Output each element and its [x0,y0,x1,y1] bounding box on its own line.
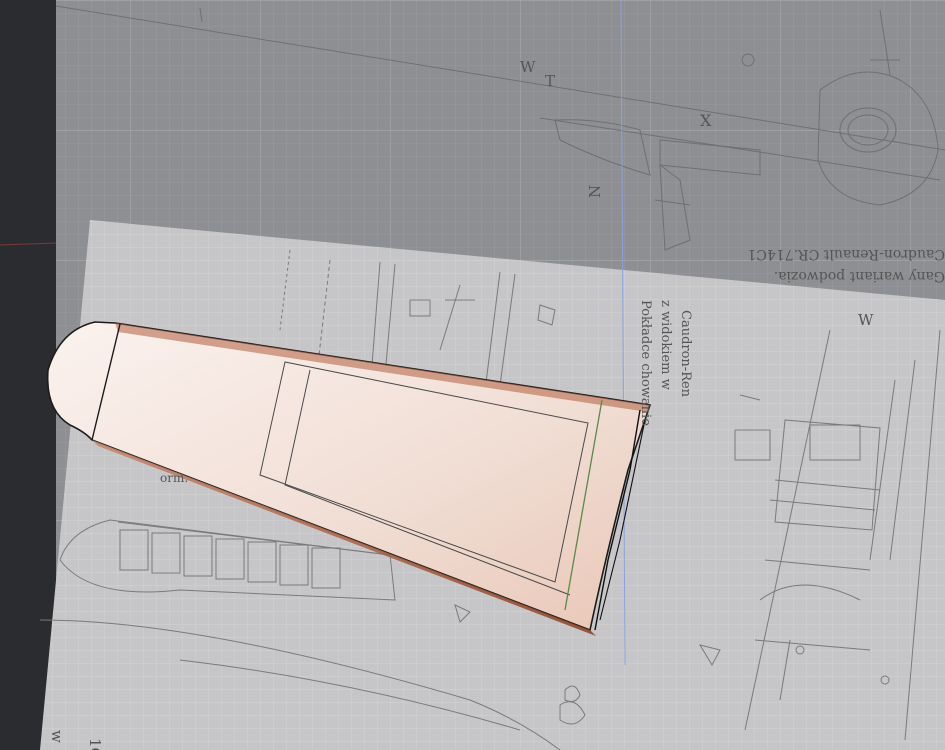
caption-line-1: Caudron-Renault CR.714C1 [747,246,945,262]
axis-label-t: T [545,72,555,90]
misc-label: orm. [160,471,188,485]
caption-line-2: Gany wariant podwozia. [774,268,945,284]
blueprint-canvas[interactable]: W T X N W Caudron-Renault CR.714C1 Gany … [0,0,945,750]
axis-label-n: N [586,185,604,198]
x-axis-line [0,242,57,246]
bottom-left-line-1: w [48,730,66,743]
side-note-line-3: Pokładce chowanie [638,300,653,426]
axis-label-x: X [700,111,712,130]
axis-label-w-top: W [520,58,536,76]
3d-viewport[interactable]: W T X N W Caudron-Renault CR.714C1 Gany … [0,0,945,750]
side-note-line-1: Caudron-Ren [678,310,693,398]
side-note-line-2: z widokiem w [658,300,673,390]
axis-label-w-right: W [858,311,874,329]
bottom-left-line-2: 1C [86,738,104,750]
